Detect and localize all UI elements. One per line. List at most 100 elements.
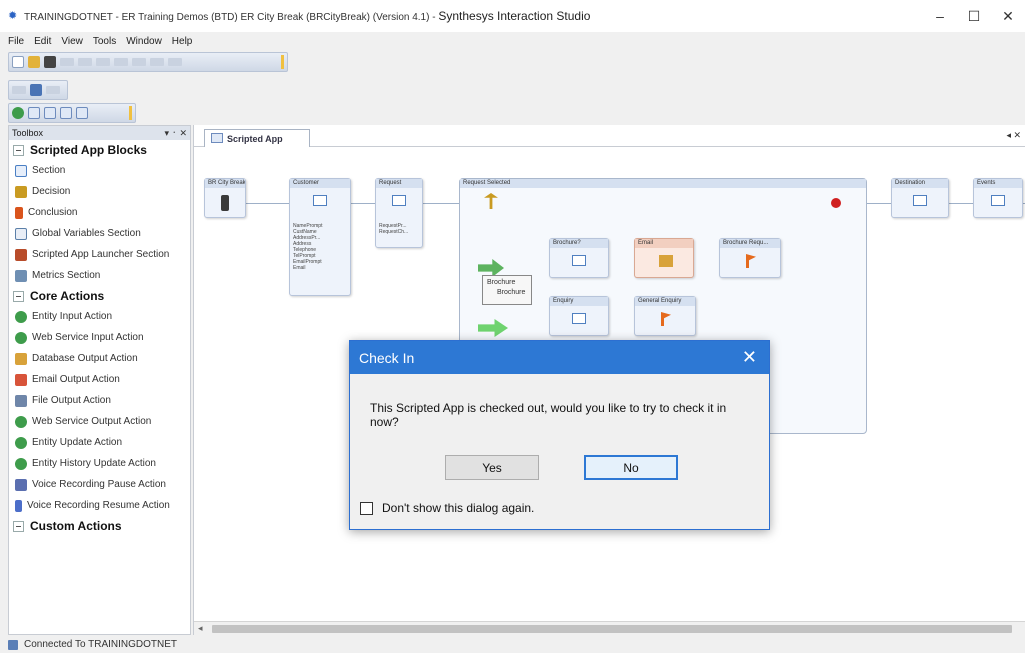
minimize-button[interactable]: –	[923, 0, 957, 32]
arrow-icon	[478, 319, 508, 337]
toolbox-item-voice-resume[interactable]: Voice Recording Resume Action	[9, 495, 190, 516]
globe-icon	[15, 457, 27, 470]
toolbar-disabled-button	[150, 58, 164, 66]
section-icon	[15, 164, 27, 177]
dialog-message: This Scripted App is checked out, would …	[370, 401, 727, 429]
dialog-title: Check In	[359, 349, 415, 366]
node-title: Brochure?	[550, 239, 608, 248]
toolbox-item-label: Entity History Update Action	[32, 458, 156, 469]
toolbox-item-entity-input[interactable]: Entity Input Action	[9, 306, 190, 327]
flag-icon	[15, 206, 23, 219]
email-icon	[659, 255, 673, 267]
menu-help[interactable]: Help	[172, 36, 193, 47]
node-brochure-request[interactable]: Brochure Requ...	[719, 238, 781, 278]
title-bar: ✹ TRAININGDOTNET - ER Training Demos (BT…	[0, 0, 1025, 32]
play-icon	[15, 499, 22, 512]
toolbox-item-entity-update[interactable]: Entity Update Action	[9, 432, 190, 453]
category-scripted-app-blocks[interactable]: Scripted App Blocks	[9, 140, 190, 160]
horizontal-scrollbar[interactable]: ◂	[194, 621, 1025, 635]
node-destination[interactable]: Destination	[891, 178, 949, 218]
grid-icon[interactable]	[44, 107, 56, 119]
align-icon[interactable]	[76, 107, 88, 119]
node-events[interactable]: Events	[973, 178, 1023, 218]
toolbox-item-database-output[interactable]: Database Output Action	[9, 348, 190, 369]
maximize-button[interactable]: ☐	[957, 0, 991, 32]
toolbox-item-email-output[interactable]: Email Output Action	[9, 369, 190, 390]
app-icon: ✹	[8, 10, 18, 22]
collapse-icon[interactable]	[13, 520, 24, 532]
toolbox-item-label: Metrics Section	[32, 270, 101, 281]
scroll-left-icon[interactable]: ◂	[198, 623, 203, 634]
globe-icon	[15, 310, 27, 323]
node-start[interactable]: BR City Break	[204, 178, 246, 218]
toolbox-controls[interactable]: ▾ ᛫ ✕	[165, 128, 187, 139]
toolbox-item-file-output[interactable]: File Output Action	[9, 390, 190, 411]
open-icon[interactable]	[28, 56, 40, 68]
toolbox-item-label: Conclusion	[28, 207, 78, 218]
toolbox-item-conclusion[interactable]: Conclusion	[9, 202, 190, 223]
toolbar-grip[interactable]	[281, 55, 284, 69]
toolbox-item-web-service-output[interactable]: Web Service Output Action	[9, 411, 190, 432]
menu-window[interactable]: Window	[126, 36, 162, 47]
toolbar-grip[interactable]	[129, 106, 132, 120]
toolbox-item-voice-pause[interactable]: Voice Recording Pause Action	[9, 474, 190, 495]
category-custom-actions[interactable]: Custom Actions	[9, 516, 190, 536]
dont-show-checkbox[interactable]: Don't show this dialog again.	[360, 501, 534, 515]
collapse-icon[interactable]	[13, 290, 24, 302]
toolbar-disabled-button	[60, 58, 74, 66]
menu-edit[interactable]: Edit	[34, 36, 51, 47]
toolbox-item-decision[interactable]: Decision	[9, 181, 190, 202]
status-bar: Connected To TRAININGDOTNET	[0, 636, 1025, 653]
connection-status: Connected To TRAININGDOTNET	[24, 639, 178, 650]
category-core-actions[interactable]: Core Actions	[9, 286, 190, 306]
toolbox-item-entity-history-update[interactable]: Entity History Update Action	[9, 453, 190, 474]
dialog-close-button[interactable]: ✕	[742, 347, 757, 368]
toolbox-item-metrics[interactable]: Metrics Section	[9, 265, 190, 286]
node-enquiry[interactable]: Enquiry	[549, 296, 609, 336]
node-brochure-question[interactable]: Brochure?	[549, 238, 609, 278]
checkbox-label: Don't show this dialog again.	[382, 501, 535, 515]
no-button[interactable]: No	[584, 455, 678, 480]
node-general-enquiry[interactable]: General Enquiry	[634, 296, 696, 336]
toolbar-disabled-button	[132, 58, 146, 66]
node-customer[interactable]: Customer NamePrompt CustName AddressPr..…	[289, 178, 351, 296]
layout-icon[interactable]	[30, 84, 42, 96]
node-title: Request	[376, 179, 422, 188]
list-icon[interactable]	[60, 107, 72, 119]
run-icon[interactable]	[12, 107, 24, 119]
category-label: Custom Actions	[30, 519, 122, 533]
toolbox-item-section[interactable]: Section	[9, 160, 190, 181]
delete-icon[interactable]	[44, 56, 56, 68]
menu-file[interactable]: File	[8, 36, 24, 47]
toolbox-item-global-variables[interactable]: Global Variables Section	[9, 223, 190, 244]
request-field-list: RequestPr... RequestCh...	[379, 223, 408, 235]
new-icon[interactable]	[12, 56, 24, 68]
tab-scripted-app[interactable]: Scripted App	[204, 129, 310, 147]
error-marker-icon[interactable]	[831, 198, 841, 208]
section-icon	[572, 313, 586, 324]
yes-button[interactable]: Yes	[445, 455, 539, 480]
menu-tools[interactable]: Tools	[93, 36, 116, 47]
email-icon	[15, 373, 27, 386]
customer-field-list: NamePrompt CustName AddressPr... Address…	[293, 223, 322, 271]
collapse-icon[interactable]	[13, 144, 24, 156]
node-request[interactable]: Request RequestPr... RequestCh...	[375, 178, 423, 248]
close-window-button[interactable]: ✕	[991, 0, 1025, 32]
toolbox-item-launcher[interactable]: Scripted App Launcher Section	[9, 244, 190, 265]
toolbox-item-label: Entity Update Action	[32, 437, 123, 448]
toolbox-panel: Toolbox ▾ ᛫ ✕ Scripted App Blocks Sectio…	[8, 125, 191, 635]
file-icon	[15, 394, 27, 407]
scrollbar-thumb[interactable]	[212, 625, 1012, 633]
node-email[interactable]: Email	[634, 238, 694, 278]
toolbox-item-web-service-input[interactable]: Web Service Input Action	[9, 327, 190, 348]
decision-icon	[484, 193, 498, 209]
database-icon	[15, 352, 27, 365]
page-icon[interactable]	[28, 107, 40, 119]
globe-icon	[15, 436, 27, 449]
toolbox-item-label: Voice Recording Resume Action	[27, 500, 170, 511]
connection-icon	[8, 639, 18, 650]
standard-toolbar	[8, 52, 288, 72]
checkbox-icon[interactable]	[360, 501, 373, 515]
menu-view[interactable]: View	[61, 36, 83, 47]
document-close-button[interactable]: ◂ ✕	[1006, 130, 1021, 141]
